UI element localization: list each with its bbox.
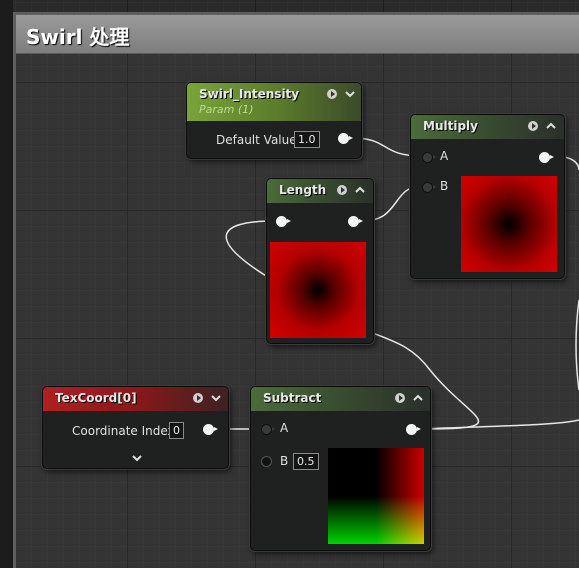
input-b-label: B bbox=[440, 179, 449, 193]
output-pin[interactable] bbox=[348, 216, 363, 227]
input-pin[interactable] bbox=[276, 216, 291, 227]
default-value-label: Default Value bbox=[216, 133, 297, 147]
node-title: Length bbox=[279, 183, 327, 197]
node-title: TexCoord[0] bbox=[55, 391, 137, 405]
output-pin[interactable] bbox=[539, 152, 554, 163]
preview-thumbnail bbox=[270, 242, 366, 338]
input-a-label: A bbox=[440, 149, 449, 163]
coordinate-index-field[interactable]: 0 bbox=[169, 422, 184, 439]
default-value-field[interactable]: 1.0 bbox=[294, 131, 320, 148]
preview-play-icon[interactable] bbox=[528, 121, 538, 131]
node-title: Multiply bbox=[423, 119, 478, 133]
expand-chevron-icon[interactable] bbox=[131, 452, 143, 464]
node-multiply[interactable]: Multiply A B bbox=[410, 114, 565, 279]
input-b-field[interactable]: 0.5 bbox=[293, 453, 319, 470]
input-b-label: B bbox=[280, 454, 289, 468]
output-pin[interactable] bbox=[203, 424, 218, 435]
node-title: Subtract bbox=[263, 391, 322, 405]
node-subtitle: Param (1) bbox=[199, 103, 254, 116]
node-texcoord[interactable]: TexCoord[0] Coordinate Index 0 bbox=[42, 386, 229, 469]
wire-subtract-to-offscreen bbox=[419, 419, 579, 430]
expand-chevron-icon[interactable] bbox=[344, 88, 356, 100]
preview-play-icon[interactable] bbox=[395, 393, 405, 403]
node-subtract[interactable]: Subtract A B 0.5 bbox=[250, 386, 431, 551]
output-pin[interactable] bbox=[406, 424, 421, 435]
output-pin[interactable] bbox=[338, 133, 353, 144]
collapse-chevron-icon[interactable] bbox=[545, 120, 557, 132]
preview-thumbnail bbox=[461, 176, 557, 272]
input-a-label: A bbox=[280, 421, 289, 435]
node-length[interactable]: Length bbox=[266, 178, 374, 344]
collapse-chevron-icon[interactable] bbox=[412, 392, 424, 404]
expand-chevron-icon[interactable] bbox=[210, 392, 222, 404]
input-pin-a[interactable] bbox=[261, 424, 275, 435]
coordinate-index-label: Coordinate Index bbox=[72, 424, 175, 438]
preview-play-icon[interactable] bbox=[337, 185, 347, 195]
collapse-chevron-icon[interactable] bbox=[354, 184, 366, 196]
node-swirl-intensity[interactable]: Swirl_Intensity Param (1) Default Value … bbox=[186, 82, 362, 159]
node-title: Swirl_Intensity bbox=[199, 87, 300, 101]
preview-play-icon[interactable] bbox=[193, 393, 203, 403]
input-pin-b[interactable] bbox=[261, 456, 272, 467]
preview-thumbnail bbox=[328, 448, 424, 544]
input-pin-a[interactable] bbox=[422, 152, 436, 163]
input-pin-b[interactable] bbox=[422, 182, 436, 193]
preview-play-icon[interactable] bbox=[327, 89, 337, 99]
